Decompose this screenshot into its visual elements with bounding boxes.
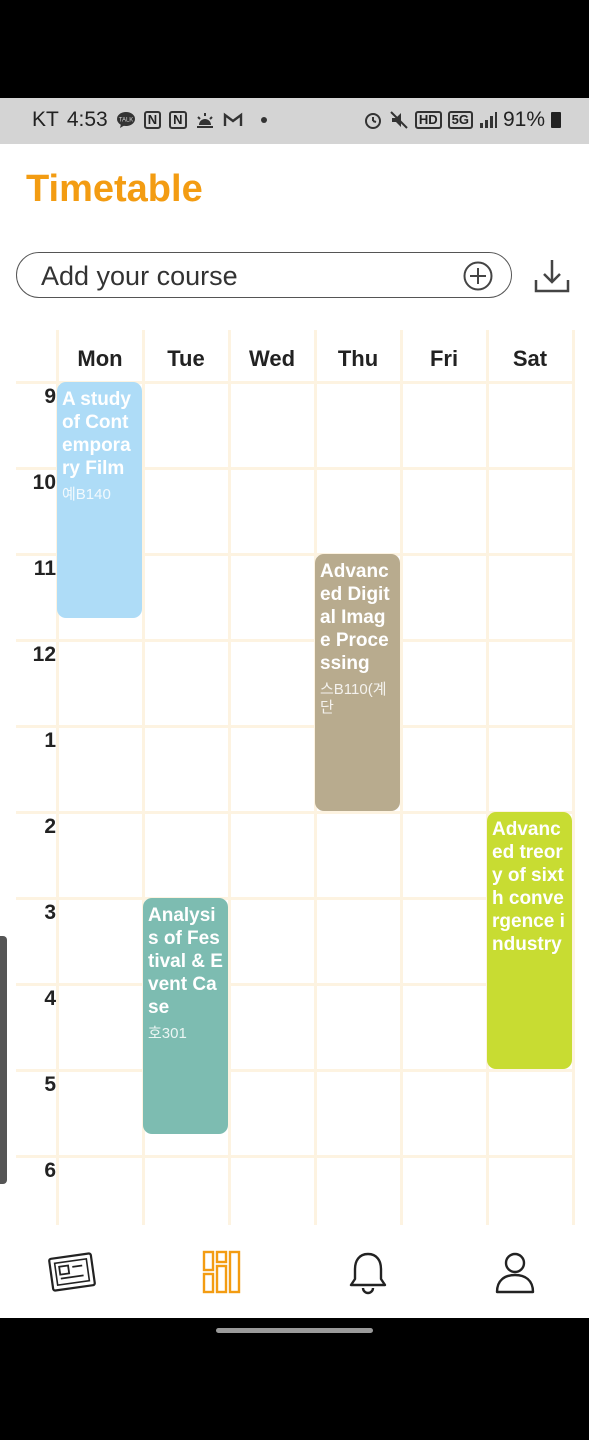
timetable-icon[interactable] bbox=[196, 1248, 246, 1296]
battery-icon bbox=[551, 112, 561, 128]
hour-label: 9 bbox=[44, 385, 56, 408]
day-header-mon: Mon bbox=[77, 346, 123, 371]
course-block[interactable]: Advanced treory of sixth convergence ind… bbox=[487, 812, 572, 1069]
hour-label: 4 bbox=[44, 987, 56, 1010]
gesture-bar-area bbox=[0, 1318, 589, 1440]
day-header-wed: Wed bbox=[248, 346, 296, 371]
more-notifications-dot bbox=[260, 117, 267, 123]
course-block[interactable]: A study of Contemporary Film 예B140 bbox=[57, 382, 142, 618]
grid-row-line bbox=[16, 725, 573, 728]
course-name: Advanced Digital Image Processing bbox=[320, 561, 390, 674]
notion-icon: N bbox=[143, 111, 162, 129]
hour-label: 5 bbox=[44, 1073, 56, 1096]
card-icon[interactable] bbox=[47, 1248, 97, 1296]
talk-icon: TALK bbox=[116, 112, 135, 128]
course-block[interactable]: Analysis of Festival & Event Case 호301 bbox=[143, 898, 228, 1134]
add-course-input[interactable] bbox=[41, 259, 441, 293]
clock-label: 4:53 bbox=[66, 108, 108, 131]
gmail-icon bbox=[223, 112, 242, 126]
day-header-fri: Fri bbox=[429, 346, 459, 371]
grid-column-line bbox=[572, 330, 575, 1225]
battery-percent: 91% bbox=[502, 108, 545, 131]
course-name: Analysis of Festival & Event Case bbox=[148, 905, 223, 1018]
day-header-thu: Thu bbox=[337, 346, 379, 371]
signal-icon bbox=[479, 112, 497, 128]
grid-column-line bbox=[228, 330, 231, 1225]
mute-icon bbox=[390, 111, 408, 129]
home-indicator[interactable] bbox=[216, 1328, 373, 1333]
notion-icon-2: N bbox=[169, 111, 187, 129]
course-room: 예B140 bbox=[62, 486, 111, 503]
add-icon[interactable] bbox=[463, 261, 493, 291]
status-left: KT 4:53 TALK N N bbox=[32, 108, 267, 132]
5g-icon: 5G bbox=[447, 111, 473, 129]
download-icon[interactable] bbox=[532, 256, 572, 296]
weather-icon bbox=[196, 113, 213, 128]
alarm-icon bbox=[364, 113, 381, 129]
course-room: 스B110(계단 bbox=[320, 681, 387, 716]
add-course-search[interactable] bbox=[16, 252, 512, 298]
hour-label: 1 bbox=[44, 729, 56, 752]
hour-label: 6 bbox=[44, 1159, 56, 1182]
course-name: A study of Contemporary Film bbox=[62, 389, 131, 479]
hour-label: 12 bbox=[32, 643, 56, 666]
carrier-label: KT bbox=[32, 108, 59, 131]
grid-column-line bbox=[400, 330, 403, 1225]
grid-row-line bbox=[16, 1155, 573, 1158]
course-name: Advanced treory of sixth convergence ind… bbox=[492, 819, 565, 955]
profile-icon[interactable] bbox=[490, 1248, 540, 1296]
hour-label: 11 bbox=[33, 557, 56, 580]
hour-label: 10 bbox=[32, 471, 56, 494]
hour-label: 3 bbox=[44, 901, 56, 924]
page-title: Timetable bbox=[26, 168, 203, 210]
grid-column-line bbox=[486, 330, 489, 1225]
top-black-bar bbox=[0, 0, 589, 98]
edge-panel-handle[interactable] bbox=[0, 936, 7, 1184]
timetable-grid: Mon Tue Wed Thu Fri Sat 9 10 11 12 1 2 3 4 5 6 A study o… bbox=[0, 330, 589, 1244]
grid-row-line bbox=[16, 1069, 573, 1072]
course-block[interactable]: Advanced Digital Image Processing 스B110(계… bbox=[315, 554, 400, 811]
status-bar: KT 4:53 TALK N N HD 5G 91% bbox=[0, 98, 589, 144]
course-room: 호301 bbox=[148, 1025, 187, 1042]
status-right: HD 5G 91% bbox=[363, 108, 561, 132]
grid-row-line bbox=[16, 639, 573, 642]
day-header-tue: Tue bbox=[167, 346, 205, 371]
hd-icon: HD bbox=[414, 111, 442, 129]
day-header-sat: Sat bbox=[512, 346, 548, 371]
bell-icon[interactable] bbox=[343, 1248, 393, 1296]
bottom-navigation bbox=[0, 1226, 589, 1318]
hour-label: 2 bbox=[44, 815, 56, 838]
app-screen: Timetable MonTueWedThuFriSat910111212345… bbox=[0, 144, 589, 1318]
svg-text:TALK: TALK bbox=[118, 118, 133, 124]
